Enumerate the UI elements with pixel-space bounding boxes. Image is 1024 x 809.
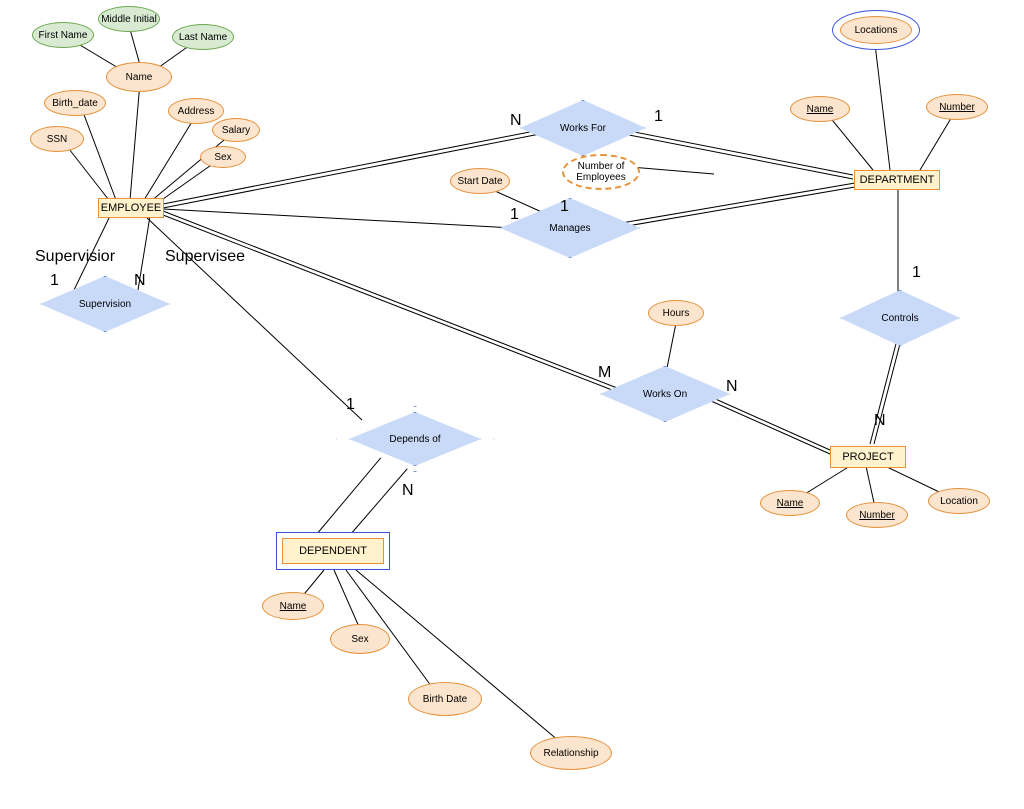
attr-ssn: SSN [30, 126, 84, 152]
card-manages-emp: 1 [510, 206, 519, 224]
attr-proj-number: Number [846, 502, 908, 528]
entity-dependent: DEPENDENT [282, 538, 384, 564]
card-worksfor-emp: N [510, 112, 522, 130]
attr-address: Address [168, 98, 224, 124]
attr-dep-birthdate: Birth Date [408, 682, 482, 716]
entity-employee: EMPLOYEE [98, 198, 164, 218]
card-depends-emp: 1 [346, 396, 355, 414]
role-supervisee: Supervisee [165, 248, 245, 266]
attr-proj-name-text: Name [777, 498, 804, 509]
attr-name: Name [106, 62, 172, 92]
card-sup-n: N [134, 272, 146, 290]
entity-department: DEPARTMENT [854, 170, 940, 190]
card-controls-proj: N [874, 412, 886, 430]
attr-start-date: Start Date [450, 168, 510, 194]
attr-sex: Sex [200, 146, 246, 168]
attr-dep-name: Name [262, 592, 324, 620]
attr-proj-name: Name [760, 490, 820, 516]
attr-birthdate: Birth_date [44, 90, 106, 116]
entity-project: PROJECT [830, 446, 906, 468]
attr-dep-sex: Sex [330, 624, 390, 654]
attr-dept-name-text: Name [807, 104, 834, 115]
card-depends-dep: N [402, 482, 414, 500]
attr-num-employees: Number of Employees [562, 154, 640, 190]
card-workson-proj: N [726, 378, 738, 396]
attr-dep-relationship: Relationship [530, 736, 612, 770]
attr-hours: Hours [648, 300, 704, 326]
role-supervisor: Supervisior [35, 248, 115, 266]
card-manages-dept: 1 [560, 198, 569, 216]
attr-dept-number: Number [926, 94, 988, 120]
attr-salary: Salary [212, 118, 260, 142]
card-workson-emp: M [598, 364, 611, 382]
attr-locations: Locations [840, 16, 912, 44]
attr-dept-number-text: Number [939, 102, 975, 113]
attr-middle-initial: Middle Initial [98, 6, 160, 32]
attr-proj-location: Location [928, 488, 990, 514]
attr-proj-number-text: Number [859, 510, 895, 521]
attr-last-name: Last Name [172, 24, 234, 50]
attr-dept-name: Name [790, 96, 850, 122]
attr-dep-name-text: Name [280, 601, 307, 612]
card-controls-dept: 1 [912, 264, 921, 282]
card-sup-1: 1 [50, 272, 59, 290]
card-worksfor-dept: 1 [654, 108, 663, 126]
attr-first-name: First Name [32, 22, 94, 48]
